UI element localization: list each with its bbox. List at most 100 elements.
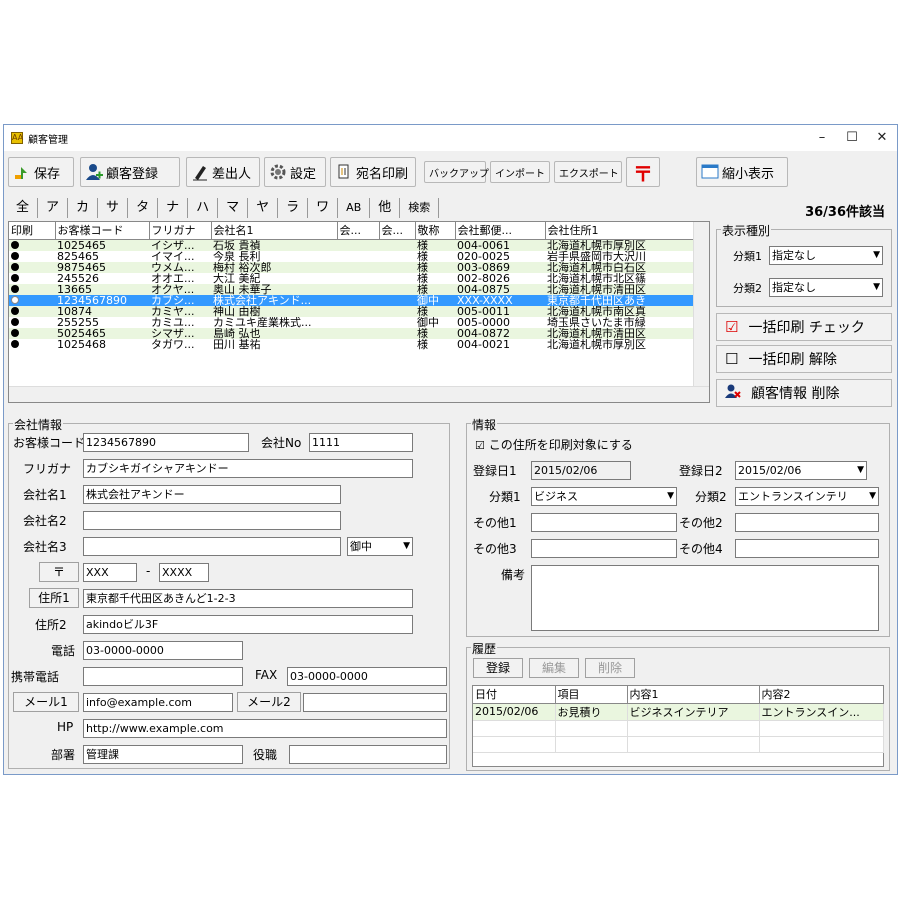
tab-ma[interactable]: マ <box>218 198 249 218</box>
customer-row[interactable]: 1025468 タガワ... 田川 基祐 様 004-0021 北海道札幌市厚別区 <box>9 339 693 350</box>
grid-header[interactable]: 会社住所1 <box>545 222 694 240</box>
print-labels-button[interactable]: 宛名印刷 <box>330 157 416 187</box>
history-delete-button[interactable]: 削除 <box>585 658 635 678</box>
history-register-button[interactable]: 登録 <box>473 658 523 678</box>
postal-code2-field[interactable]: XXXX <box>159 563 209 582</box>
address1-field[interactable]: 東京都千代田区あきんど1-2-3 <box>83 589 413 608</box>
mail2-button[interactable]: メール2 <box>237 692 301 712</box>
tab-search[interactable]: 検索 <box>400 198 440 218</box>
history-header[interactable]: 内容2 <box>759 686 884 704</box>
grid-header[interactable]: 会社名1 <box>211 222 338 240</box>
save-button[interactable]: 保存 <box>8 157 74 187</box>
tab-sa[interactable]: サ <box>98 198 129 218</box>
print-flag-cell[interactable] <box>9 317 55 328</box>
tab-ya[interactable]: ヤ <box>248 198 279 218</box>
print-flag-cell[interactable] <box>9 273 55 284</box>
mail1-button[interactable]: メール1 <box>13 692 79 712</box>
export-button[interactable]: エクスポート <box>554 161 622 183</box>
print-flag-cell[interactable] <box>9 261 55 273</box>
print-target-checkbox[interactable]: ☑ この住所を印刷対象にする <box>475 436 633 453</box>
history-row[interactable] <box>473 720 884 737</box>
customer-code-field[interactable]: 1234567890 <box>83 433 249 452</box>
uncheck-all-print-button[interactable]: ☐ 一括印刷 解除 <box>716 345 892 373</box>
print-flag-cell[interactable] <box>9 339 55 350</box>
grid-header[interactable]: 会... <box>337 222 380 240</box>
import-button[interactable]: インポート <box>490 161 550 183</box>
settings-button[interactable]: 設定 <box>264 157 326 187</box>
customer-row[interactable]: 245526 オオエ... 大江 美紀 様 002-8026 北海道札幌市北区篠 <box>9 273 693 284</box>
company-name3-field[interactable] <box>83 537 341 556</box>
minimize-view-button[interactable]: 縮小表示 <box>696 157 788 187</box>
customer-row[interactable]: 10874 カミヤ... 神山 由樹 様 005-0011 北海道札幌市南区真 <box>9 305 693 317</box>
address1-button[interactable]: 住所1 <box>29 588 79 608</box>
grid-header[interactable]: 会... <box>379 222 416 240</box>
postal-code1-field[interactable]: XXX <box>83 563 137 582</box>
mobile-field[interactable] <box>83 667 243 686</box>
backup-button[interactable]: バックアップ <box>424 161 489 183</box>
position-field[interactable] <box>289 745 447 764</box>
minimize-button[interactable]: – <box>807 127 837 149</box>
honorific-select[interactable]: 御中 ▼ <box>347 537 413 556</box>
sender-button[interactable]: 差出人 <box>186 157 260 187</box>
customer-row[interactable]: 1234567890 カブシ... 株式会社アキンド... 御中 XXX-XXXX 東京都… <box>9 294 693 306</box>
grid-horizontal-scrollbar[interactable] <box>9 386 709 402</box>
grid-header[interactable]: フリガナ <box>149 222 212 240</box>
postal-lookup-button[interactable]: 〒 <box>39 562 79 582</box>
info-class2-select[interactable]: エントランスインテリ ▼ <box>735 487 879 506</box>
grid-vertical-scrollbar[interactable] <box>693 222 709 386</box>
print-flag-cell[interactable] <box>9 327 55 339</box>
close-button[interactable]: ✕ <box>867 127 897 149</box>
delete-customer-button[interactable]: 顧客情報 削除 <box>716 379 892 407</box>
grid-header[interactable]: 敬称 <box>415 222 456 240</box>
phone-field[interactable]: 03-0000-0000 <box>83 641 243 660</box>
tab-a[interactable]: ア <box>38 198 69 218</box>
customer-row[interactable]: 5025465 シマザ... 島崎 弘也 様 004-0872 北海道札幌市清田区 <box>9 327 693 339</box>
company-name2-field[interactable] <box>83 511 341 530</box>
tab-ha[interactable]: ハ <box>188 198 219 218</box>
other1-field[interactable] <box>531 513 677 532</box>
display-class1-select[interactable]: 指定なし ▼ <box>769 246 883 265</box>
other4-field[interactable] <box>735 539 879 558</box>
tab-all[interactable]: 全 <box>8 198 39 218</box>
history-row[interactable] <box>473 736 884 753</box>
tab-other[interactable]: 他 <box>370 198 401 218</box>
address2-field[interactable]: akindoビル3F <box>83 615 413 634</box>
info-class1-select[interactable]: ビジネス ▼ <box>531 487 677 506</box>
mail2-field[interactable] <box>303 693 447 712</box>
other2-field[interactable] <box>735 513 879 532</box>
print-flag-cell[interactable] <box>9 305 55 317</box>
reg-date2-field[interactable]: 2015/02/06 ▼ <box>735 461 867 480</box>
company-name1-field[interactable]: 株式会社アキンドー <box>83 485 341 504</box>
tab-ka[interactable]: カ <box>68 198 99 218</box>
tab-ra[interactable]: ラ <box>278 198 309 218</box>
furigana-field[interactable]: カブシキガイシャアキンドー <box>83 459 413 478</box>
print-flag-cell[interactable] <box>9 294 55 306</box>
customer-row[interactable]: 13665 オクヤ... 奥山 未華子 様 004-0875 北海道札幌市清田区 <box>9 283 693 295</box>
grid-header[interactable]: 印刷 <box>9 222 56 240</box>
customer-row[interactable]: 255255 カミユ... カミユキ産業株式... 御中 005-0000 埼玉県さいたま… <box>9 317 693 328</box>
memo-textarea[interactable] <box>531 565 879 631</box>
fax-field[interactable]: 03-0000-0000 <box>287 667 447 686</box>
check-all-print-button[interactable]: ☑ 一括印刷 チェック <box>716 313 892 341</box>
postal-mark-button[interactable]: 〒 <box>626 157 660 187</box>
customer-row[interactable]: 9875465 ウメム... 梅村 裕次郎 様 003-0869 北海道札幌市白石区 <box>9 261 693 273</box>
maximize-button[interactable]: ☐ <box>837 127 867 149</box>
customer-register-button[interactable]: 顧客登録 <box>80 157 180 187</box>
history-edit-button[interactable]: 編集 <box>529 658 579 678</box>
history-header[interactable]: 項目 <box>555 686 628 704</box>
tab-wa[interactable]: ワ <box>308 198 339 218</box>
history-header[interactable]: 日付 <box>473 686 556 704</box>
customer-grid[interactable]: 印刷 お客様コード フリガナ 会社名1 会... 会... 敬称 会社郵便...… <box>8 221 710 403</box>
print-flag-cell[interactable] <box>9 239 55 251</box>
department-field[interactable]: 管理課 <box>83 745 243 764</box>
company-no-field[interactable]: 1111 <box>309 433 413 452</box>
history-header[interactable]: 内容1 <box>627 686 760 704</box>
hp-field[interactable]: http://www.example.com <box>83 719 447 738</box>
history-row[interactable]: 2015/02/06 お見積り ビジネスインテリア エントランスイン... <box>473 703 884 721</box>
grid-header[interactable]: 会社郵便... <box>455 222 546 240</box>
other3-field[interactable] <box>531 539 677 558</box>
history-table[interactable]: 日付 項目 内容1 内容2 2015/02/06 お見積り ビジネスインテリア … <box>472 685 884 767</box>
reg-date1-field[interactable]: 2015/02/06 <box>531 461 631 480</box>
tab-ab[interactable]: AB <box>338 198 371 218</box>
grid-header[interactable]: お客様コード <box>55 222 150 240</box>
